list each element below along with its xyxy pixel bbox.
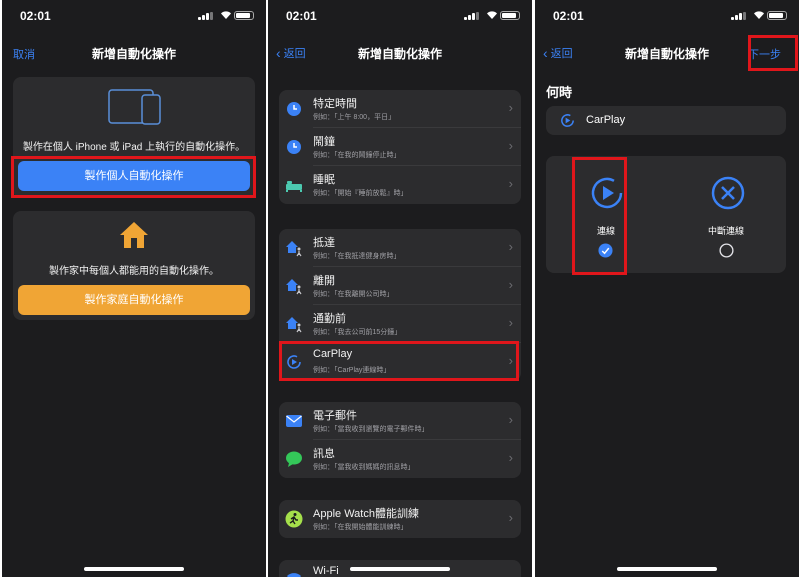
commute-icon bbox=[286, 317, 302, 333]
trigger-subtitle: 例如：「在我抵達健身房時」 bbox=[313, 253, 401, 260]
group-communication: 電子郵件 例如：「當我收到瀏覽的電子郵件時」 › 訊息 例如：「當我收到媽媽的訊… bbox=[279, 402, 521, 478]
status-bar: 02:01 bbox=[268, 0, 532, 30]
nav-bar: 取消 新增自動化操作 bbox=[2, 30, 266, 74]
highlight-box bbox=[748, 35, 798, 71]
devices-icon bbox=[108, 89, 161, 125]
disconnect-icon bbox=[711, 176, 745, 210]
wifi-status-icon bbox=[754, 11, 764, 19]
battery-icon bbox=[767, 11, 787, 20]
trigger-title: 離開 bbox=[313, 275, 335, 287]
trigger-summary: CarPlay bbox=[546, 106, 786, 135]
trigger-subtitle: 例如：「在我開始體能訓練時」 bbox=[313, 524, 408, 531]
signal-icon bbox=[464, 12, 480, 20]
highlight-box bbox=[572, 157, 627, 275]
chevron-right-icon: › bbox=[508, 176, 513, 191]
status-time: 02:01 bbox=[286, 9, 317, 23]
signal-icon bbox=[198, 12, 214, 20]
trigger-name: CarPlay bbox=[586, 114, 626, 126]
trigger-title: 睡眠 bbox=[313, 174, 335, 186]
arrive-icon bbox=[286, 241, 302, 257]
trigger-subtitle: 例如：「開始『睡前放鬆』時」 bbox=[313, 190, 408, 197]
page-title: 新增自動化操作 bbox=[91, 47, 176, 61]
bed-icon bbox=[286, 181, 302, 192]
trigger-row[interactable]: 離開 例如：「在我離開公司時」 › bbox=[286, 267, 521, 305]
highlight-box bbox=[279, 341, 519, 381]
trigger-row[interactable]: 訊息 例如：「當我收到媽媽的訊息時」 › bbox=[286, 440, 521, 478]
wifi-status-icon bbox=[221, 11, 231, 19]
screenshot-collage: 02:01 取消 新增自動化操作 製作在個人 iPhone 或 iPad 上執行… bbox=[0, 0, 800, 577]
section-heading: 何時 bbox=[546, 85, 573, 100]
carplay-icon bbox=[561, 114, 574, 127]
trigger-row[interactable]: Apple Watch體能訓練 例如：「在我開始體能訓練時」 › bbox=[285, 500, 521, 538]
home-indicator bbox=[84, 567, 184, 571]
trigger-title: 通勤前 bbox=[313, 313, 346, 325]
trigger-title: Apple Watch體能訓練 bbox=[313, 508, 419, 520]
chevron-right-icon: › bbox=[508, 277, 513, 292]
option-disconnect[interactable]: 中斷連線 bbox=[666, 156, 786, 273]
chevron-right-icon: › bbox=[508, 412, 513, 427]
status-time: 02:01 bbox=[20, 9, 51, 23]
battery-icon bbox=[500, 11, 520, 20]
trigger-subtitle: 例如：「在我的鬧鐘停止時」 bbox=[313, 152, 401, 159]
status-bar: 02:01 bbox=[535, 0, 799, 30]
home-indicator bbox=[617, 567, 717, 571]
trigger-title: Wi-Fi bbox=[313, 565, 339, 577]
option-label: 中斷連線 bbox=[707, 226, 744, 236]
trigger-row[interactable]: 抵達 例如：「在我抵達健身房時」 › bbox=[286, 229, 521, 267]
phone-screen-trigger-list: 02:01 ‹ 返回 新增自動化操作 特定時間 例如：「上午 8:00，平日」 ›… bbox=[268, 0, 532, 577]
message-icon bbox=[286, 451, 302, 467]
trigger-row[interactable]: 鬧鐘 例如：「在我的鬧鐘停止時」 › bbox=[287, 128, 521, 166]
trigger-title: 抵達 bbox=[313, 237, 335, 249]
highlight-box bbox=[11, 156, 256, 198]
trigger-subtitle: 例如：「我去公司前15分鐘」 bbox=[313, 329, 402, 336]
battery-icon bbox=[234, 11, 254, 20]
clock-icon bbox=[287, 102, 301, 116]
workout-icon bbox=[285, 510, 303, 528]
home-automation-card: 製作家中每個人都能用的自動化操作。 製作家庭自動化操作 bbox=[13, 211, 255, 320]
mail-icon bbox=[286, 415, 302, 427]
home-indicator bbox=[350, 567, 450, 571]
signal-icon bbox=[731, 12, 747, 20]
trigger-row[interactable]: 睡眠 例如：「開始『睡前放鬆』時」 › bbox=[286, 166, 521, 204]
personal-caption: 製作在個人 iPhone 或 iPad 上執行的自動化操作。 bbox=[22, 142, 246, 153]
status-bar: 02:01 bbox=[2, 0, 266, 30]
home-icon bbox=[120, 222, 148, 248]
trigger-title: 特定時間 bbox=[313, 98, 357, 110]
group-workout: Apple Watch體能訓練 例如：「在我開始體能訓練時」 › bbox=[279, 500, 521, 538]
alarm-icon bbox=[287, 140, 301, 154]
trigger-row[interactable]: 特定時間 例如：「上午 8:00，平日」 › bbox=[287, 90, 521, 128]
trigger-subtitle: 例如：「當我收到媽媽的訊息時」 bbox=[313, 464, 415, 471]
chevron-right-icon: › bbox=[508, 100, 513, 115]
wifi-icon bbox=[287, 573, 301, 577]
trigger-row[interactable]: 電子郵件 例如：「當我收到瀏覽的電子郵件時」 › bbox=[286, 402, 521, 440]
trigger-subtitle: 例如：「上午 8:00，平日」 bbox=[313, 114, 396, 121]
group-time: 特定時間 例如：「上午 8:00，平日」 › 鬧鐘 例如：「在我的鬧鐘停止時」 … bbox=[279, 90, 521, 204]
phone-screen-new-automation: 02:01 取消 新增自動化操作 製作在個人 iPhone 或 iPad 上執行… bbox=[2, 0, 266, 577]
trigger-title: 訊息 bbox=[313, 448, 335, 460]
trigger-title: 電子郵件 bbox=[313, 410, 357, 422]
page-title: 新增自動化操作 bbox=[357, 47, 442, 61]
chevron-right-icon: › bbox=[508, 510, 513, 525]
nav-bar: ‹ 返回 新增自動化操作 bbox=[268, 30, 532, 74]
trigger-subtitle: 例如：「當我收到瀏覽的電子郵件時」 bbox=[313, 426, 429, 433]
trigger-subtitle: 例如：「在我離開公司時」 bbox=[313, 291, 394, 298]
chevron-right-icon: › bbox=[508, 450, 513, 465]
leave-icon bbox=[286, 279, 302, 295]
chevron-right-icon: › bbox=[508, 239, 513, 254]
chevron-right-icon: › bbox=[508, 315, 513, 330]
trigger-title: 鬧鐘 bbox=[313, 136, 335, 148]
empty-circle-icon bbox=[719, 243, 734, 258]
home-caption: 製作家中每個人都能用的自動化操作。 bbox=[49, 266, 219, 277]
trigger-row[interactable]: 通勤前 例如：「我去公司前15分鐘」 › bbox=[286, 305, 521, 343]
phone-screen-carplay-options: 02:01 ‹ 返回 新增自動化操作 下一步 何時 CarPlay 連線 中斷連線 bbox=[535, 0, 799, 577]
status-time: 02:01 bbox=[553, 9, 584, 23]
chevron-right-icon: › bbox=[508, 138, 513, 153]
wifi-status-icon bbox=[487, 11, 497, 19]
create-home-automation-button[interactable]: 製作家庭自動化操作 bbox=[18, 285, 250, 315]
